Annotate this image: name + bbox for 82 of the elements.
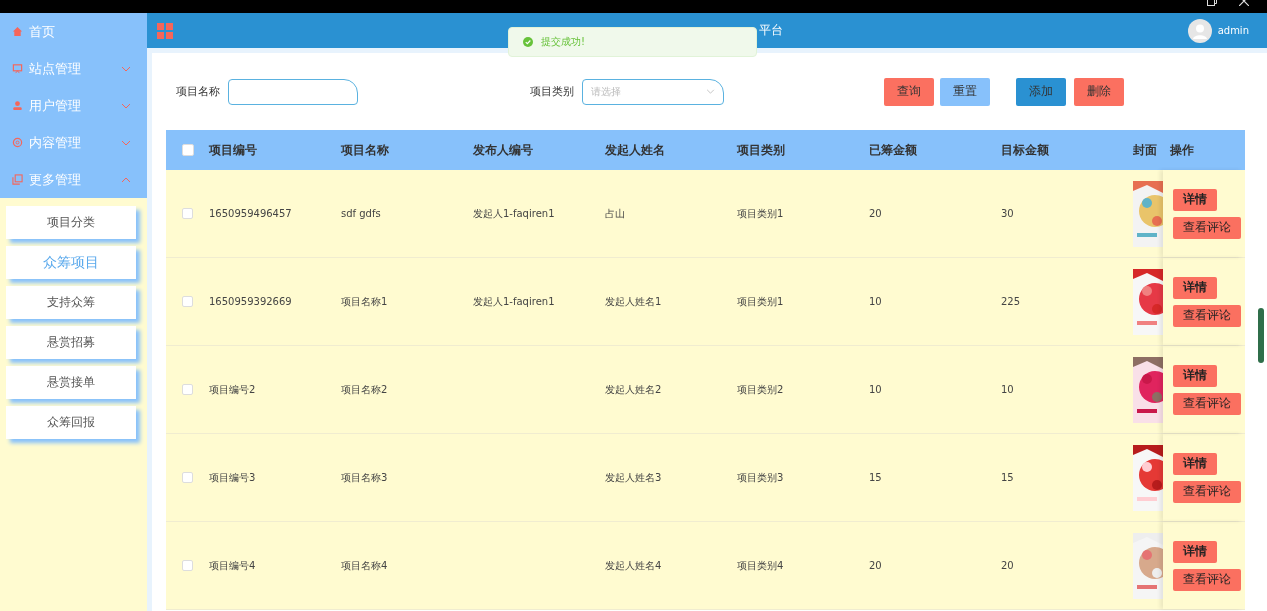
table-cell: 项目名称4 bbox=[341, 559, 388, 571]
column-header: 已筹金额 bbox=[869, 141, 918, 159]
name-input-field[interactable] bbox=[228, 78, 358, 105]
column-header: 项目编号 bbox=[209, 141, 258, 159]
table-cell: 1650959392669 bbox=[209, 296, 292, 307]
submenu-item[interactable]: 悬赏招募 bbox=[6, 326, 136, 359]
row-checkbox[interactable] bbox=[182, 560, 193, 571]
table-cell: 项目编号3 bbox=[209, 471, 256, 483]
submenu-item[interactable]: 支持众筹 bbox=[6, 286, 136, 319]
table-cell: sdf gdfs bbox=[341, 208, 381, 219]
table-cell: 225 bbox=[1001, 296, 1021, 307]
toast-message: 提交成功! bbox=[541, 35, 585, 49]
row-checkbox[interactable] bbox=[182, 296, 193, 307]
table-cell: 项目名称1 bbox=[341, 295, 388, 307]
column-header: 封面 bbox=[1133, 141, 1158, 159]
toolbar-button[interactable]: 查询 bbox=[884, 77, 934, 106]
table-cell: 发起人姓名4 bbox=[605, 559, 662, 571]
table-cell: 项目编号4 bbox=[209, 559, 256, 571]
table-cell: 发起人姓名2 bbox=[605, 383, 662, 395]
column-header: 发起人姓名 bbox=[605, 141, 666, 159]
row-action-button[interactable]: 详情 bbox=[1173, 276, 1217, 299]
column-header: 项目类别 bbox=[737, 141, 786, 159]
row-checkbox[interactable] bbox=[182, 384, 193, 395]
table-cell: 项目类别4 bbox=[737, 559, 784, 571]
submenu-item[interactable]: 众筹回报 bbox=[6, 406, 136, 439]
table-cell: 占山 bbox=[605, 207, 625, 219]
table-cell: 项目类别3 bbox=[737, 471, 784, 483]
chevron-down-icon bbox=[706, 89, 715, 94]
username[interactable]: admin bbox=[1217, 25, 1249, 36]
avatar-icon[interactable] bbox=[1187, 18, 1212, 43]
row-action-button[interactable]: 查看评论 bbox=[1173, 480, 1241, 503]
table-cell: 15 bbox=[1001, 472, 1014, 483]
filter-label: 项目类别 bbox=[530, 84, 574, 99]
table-cell: 项目编号2 bbox=[209, 383, 256, 395]
table-cell: 项目类别1 bbox=[737, 295, 784, 307]
column-header: 项目名称 bbox=[341, 141, 390, 159]
home-icon bbox=[12, 26, 23, 37]
table-cell: 10 bbox=[869, 384, 882, 395]
row-action-button[interactable]: 查看评论 bbox=[1173, 568, 1241, 591]
scrollbar-thumb[interactable] bbox=[1258, 308, 1264, 363]
row-action-button[interactable]: 查看评论 bbox=[1173, 392, 1241, 415]
check-icon bbox=[523, 37, 533, 47]
app-title: 平台 bbox=[759, 22, 783, 39]
select-all-checkbox[interactable] bbox=[181, 144, 194, 156]
user-icon bbox=[12, 100, 23, 111]
table-cell: 10 bbox=[1001, 384, 1014, 395]
row-action-button[interactable]: 详情 bbox=[1173, 540, 1217, 563]
toolbar-button[interactable]: 重置 bbox=[940, 77, 990, 106]
filter-label: 项目名称 bbox=[176, 84, 220, 99]
table-cell: 20 bbox=[1001, 560, 1014, 571]
table-cell: 10 bbox=[869, 296, 882, 307]
copy-icon bbox=[12, 174, 23, 185]
table-cell: 20 bbox=[869, 560, 882, 571]
table-cell: 发起人1-faqiren1 bbox=[473, 207, 555, 219]
row-action-button[interactable]: 查看评论 bbox=[1173, 304, 1241, 327]
row-action-button[interactable]: 详情 bbox=[1173, 452, 1217, 475]
table-cell: 项目名称2 bbox=[341, 383, 388, 395]
table-cell: 1650959496457 bbox=[209, 208, 292, 219]
grid-icon[interactable] bbox=[157, 22, 173, 39]
column-header: 目标金额 bbox=[1001, 141, 1050, 159]
column-header: 发布人编号 bbox=[473, 141, 534, 159]
table-cell: 20 bbox=[869, 208, 882, 219]
row-checkbox[interactable] bbox=[182, 472, 193, 483]
table-cell: 30 bbox=[1001, 208, 1014, 219]
table-cell: 发起人1-faqiren1 bbox=[473, 295, 555, 307]
row-action-button[interactable]: 查看评论 bbox=[1173, 216, 1241, 239]
table-cell: 项目名称3 bbox=[341, 471, 388, 483]
table-cell: 发起人姓名1 bbox=[605, 295, 662, 307]
table-cell: 发起人姓名3 bbox=[605, 471, 662, 483]
monitor-icon bbox=[12, 63, 23, 74]
toolbar-button[interactable]: 删除 bbox=[1074, 77, 1124, 106]
table-cell: 15 bbox=[869, 472, 882, 483]
column-header: 操作 bbox=[1169, 141, 1195, 159]
row-action-button[interactable]: 详情 bbox=[1173, 364, 1217, 387]
submenu-item[interactable]: 项目分类 bbox=[6, 206, 136, 239]
toolbar-button[interactable]: 添加 bbox=[1016, 77, 1066, 106]
row-checkbox[interactable] bbox=[182, 208, 193, 219]
submenu-item[interactable]: 悬赏接单 bbox=[6, 366, 136, 399]
row-action-button[interactable]: 详情 bbox=[1173, 188, 1217, 211]
table-cell: 项目类别2 bbox=[737, 383, 784, 395]
table-cell: 项目类别1 bbox=[737, 207, 784, 219]
circle-icon bbox=[12, 137, 23, 148]
